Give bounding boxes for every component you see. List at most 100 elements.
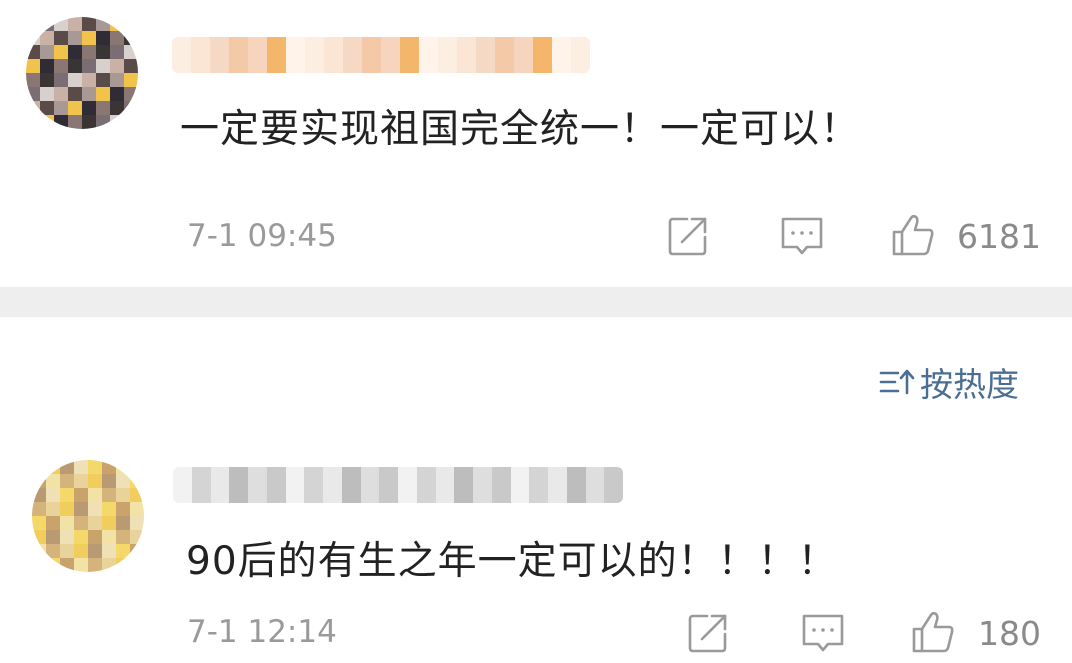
mosaic-pixel — [32, 530, 46, 544]
mosaic-pixel — [82, 115, 96, 129]
mosaic-pixel — [74, 558, 88, 572]
mosaic-pixel — [46, 502, 60, 516]
mosaic-pixel — [88, 516, 102, 530]
mosaic-pixel — [54, 73, 68, 87]
mosaic-pixel — [68, 31, 82, 45]
blur-block — [248, 37, 267, 73]
blur-block — [435, 467, 455, 503]
mosaic-pixel — [32, 516, 46, 530]
blur-block — [343, 37, 362, 73]
mosaic-pixel — [40, 59, 54, 73]
mosaic-pixel — [96, 17, 110, 31]
mosaic-pixel — [130, 530, 144, 544]
blur-block — [172, 37, 191, 73]
mosaic-pixel — [124, 45, 138, 59]
sort-toggle[interactable]: 按热度 — [878, 362, 1019, 404]
mosaic-pixel — [54, 59, 68, 73]
mosaic-pixel — [96, 45, 110, 59]
mosaic-pixel — [130, 544, 144, 558]
mosaic-pixel — [40, 115, 54, 129]
mosaic-pixel — [116, 558, 130, 572]
mosaic-pixel — [96, 31, 110, 45]
comment-text: 一定要实现祖国完全统一！一定可以！ — [180, 107, 861, 152]
blur-block — [438, 37, 457, 73]
mosaic-pixel — [88, 544, 102, 558]
blur-block — [285, 467, 305, 503]
share-icon[interactable] — [685, 610, 731, 656]
mosaic-pixel — [130, 502, 144, 516]
mosaic-pixel — [88, 502, 102, 516]
mosaic-pixel — [32, 474, 46, 488]
mosaic-pixel — [96, 73, 110, 87]
sort-icon — [878, 366, 916, 398]
blur-block — [267, 37, 286, 73]
blur-block — [305, 37, 324, 73]
mosaic-pixel — [110, 73, 124, 87]
mosaic-pixel — [82, 87, 96, 101]
comment-feed: 一定要实现祖国完全统一！一定可以！ 7-1 09:45 6181 按热度 90后… — [0, 0, 1072, 663]
avatar[interactable] — [32, 460, 144, 572]
share-icon[interactable] — [665, 213, 711, 259]
thumbs-up-icon[interactable] — [910, 609, 956, 655]
mosaic-pixel — [82, 73, 96, 87]
mosaic-pixel — [88, 460, 102, 474]
mosaic-pixel — [82, 31, 96, 45]
mosaic-pixel — [40, 31, 54, 45]
mosaic-pixel — [74, 488, 88, 502]
mosaic-pixel — [130, 488, 144, 502]
thumbs-up-icon[interactable] — [890, 212, 936, 258]
blur-block — [585, 467, 605, 503]
mosaic-pixel — [26, 73, 40, 87]
mosaic-pixel — [102, 558, 116, 572]
mosaic-pixel — [74, 516, 88, 530]
mosaic-pixel — [110, 59, 124, 73]
blur-block — [529, 467, 548, 503]
blur-block — [323, 467, 342, 503]
avatar[interactable] — [26, 17, 138, 129]
blur-block — [379, 467, 398, 503]
comment-timestamp: 7-1 09:45 — [187, 218, 337, 254]
blur-block — [476, 37, 495, 73]
mosaic-pixel — [26, 59, 40, 73]
mosaic-pixel — [46, 530, 60, 544]
mosaic-pixel — [124, 87, 138, 101]
mosaic-pixel — [46, 460, 60, 474]
blur-block — [419, 37, 438, 73]
mosaic-pixel — [102, 474, 116, 488]
blur-block — [191, 37, 210, 73]
mosaic-pixel — [68, 87, 82, 101]
mosaic-pixel — [82, 59, 96, 73]
mosaic-pixel — [116, 488, 130, 502]
mosaic-pixel — [130, 516, 144, 530]
mosaic-pixel — [26, 17, 40, 31]
mosaic-pixel — [26, 115, 40, 129]
mosaic-pixel — [26, 87, 40, 101]
comment-icon[interactable] — [779, 213, 825, 259]
username-blurred[interactable] — [172, 37, 590, 73]
blur-block — [566, 467, 586, 503]
mosaic-pixel — [96, 59, 110, 73]
blur-block — [510, 467, 530, 503]
comment-icon[interactable] — [800, 610, 846, 656]
blur-block — [381, 37, 400, 73]
mosaic-pixel — [102, 488, 116, 502]
blur-block — [416, 467, 436, 503]
mosaic-pixel — [96, 87, 110, 101]
blur-block — [514, 37, 533, 73]
blur-block — [360, 467, 380, 503]
blur-block — [304, 467, 323, 503]
mosaic-pixel — [68, 115, 82, 129]
mosaic-pixel — [46, 516, 60, 530]
mosaic-pixel — [110, 87, 124, 101]
mosaic-pixel — [74, 530, 88, 544]
blur-block — [341, 467, 361, 503]
mosaic-pixel — [32, 544, 46, 558]
mosaic-pixel — [74, 460, 88, 474]
mosaic-pixel — [124, 101, 138, 115]
mosaic-pixel — [40, 17, 54, 31]
username-blurred[interactable] — [173, 467, 623, 503]
like-count: 6181 — [957, 217, 1041, 256]
blur-block — [266, 467, 286, 503]
mosaic-pixel — [82, 45, 96, 59]
like-count: 180 — [978, 614, 1041, 653]
